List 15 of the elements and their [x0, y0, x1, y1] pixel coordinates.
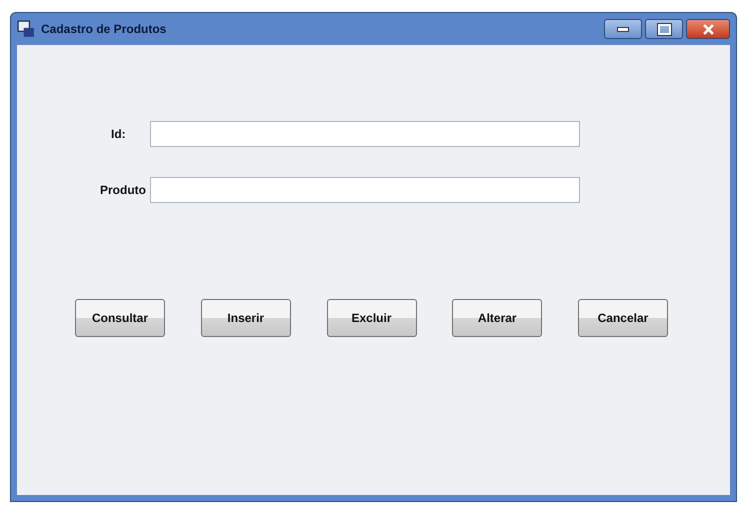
action-button[interactable]: Cancelar — [578, 299, 668, 337]
action-button[interactable]: Alterar — [452, 299, 542, 337]
close-button[interactable] — [686, 19, 730, 39]
field-label: Id: — [110, 127, 127, 141]
window-title: Cadastro de Produtos — [41, 22, 166, 36]
input-field[interactable] — [150, 121, 580, 147]
field-label: Produto — [99, 183, 147, 197]
action-button[interactable]: Excluir — [326, 299, 416, 337]
close-icon — [702, 24, 714, 34]
maximize-button[interactable] — [645, 19, 683, 39]
app-icon — [17, 20, 35, 38]
action-button[interactable]: Inserir — [200, 299, 291, 337]
input-field[interactable] — [150, 177, 580, 203]
minimize-button[interactable] — [604, 19, 642, 39]
action-button[interactable]: Consultar — [75, 299, 165, 337]
